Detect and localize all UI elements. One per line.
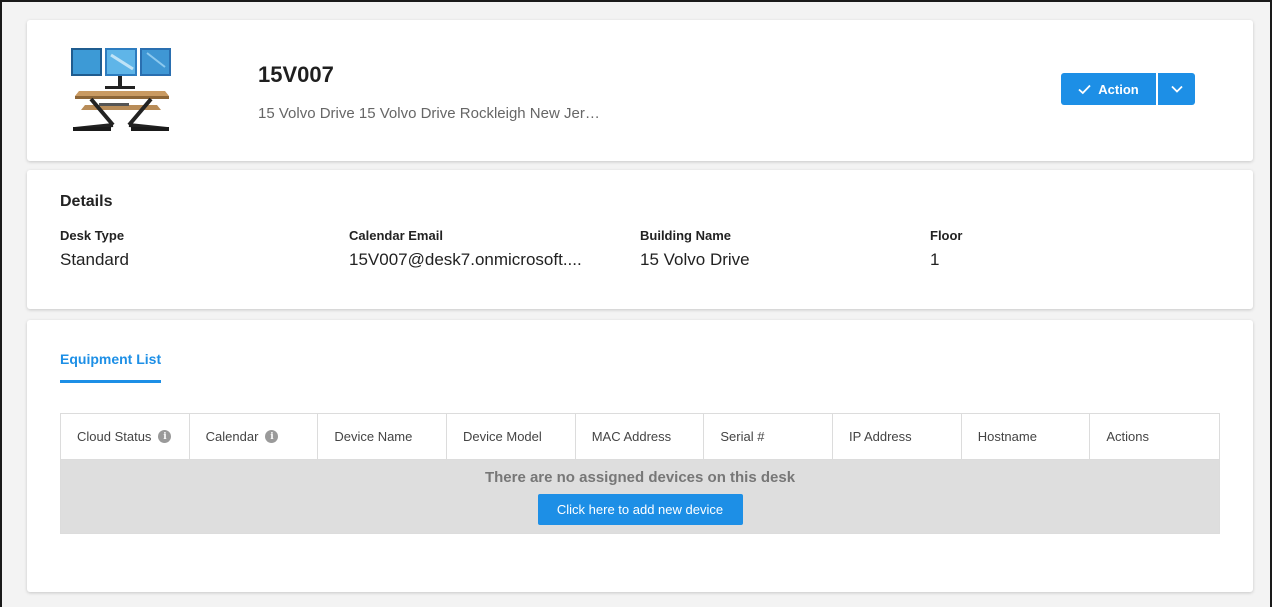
detail-label: Floor: [930, 228, 963, 243]
detail-calendar-email: Calendar Email 15V007@desk7.onmicrosoft.…: [349, 228, 582, 270]
detail-desk-type: Desk Type Standard: [60, 228, 129, 270]
column-header-label: Cloud Status: [77, 429, 152, 444]
standing-desk-image: [71, 48, 171, 131]
column-header-serial[interactable]: Serial #: [704, 414, 834, 459]
equipment-card: Equipment List Cloud Status i Calendar i…: [27, 320, 1253, 592]
column-header-hostname[interactable]: Hostname: [962, 414, 1091, 459]
detail-value: Standard: [60, 250, 129, 269]
desk-title: 15V007: [258, 62, 334, 87]
page-frame: 15V007 15 Volvo Drive 15 Volvo Drive Roc…: [0, 0, 1272, 607]
detail-value: 15 Volvo Drive: [640, 250, 750, 269]
details-card: Details Desk Type Standard Calendar Emai…: [27, 170, 1253, 309]
column-header-calendar[interactable]: Calendar i: [190, 414, 319, 459]
detail-floor: Floor 1: [930, 228, 963, 270]
column-header-mac-address[interactable]: MAC Address: [576, 414, 705, 459]
action-button-label: Action: [1098, 81, 1139, 97]
detail-label: Building Name: [640, 228, 732, 243]
detail-value: 15V007@desk7.onmicrosoft....: [349, 250, 582, 269]
column-header-actions: Actions: [1106, 429, 1150, 444]
add-device-button[interactable]: Click here to add new device: [537, 494, 743, 525]
column-header-device-model[interactable]: Device Model: [447, 414, 576, 459]
equipment-table: Cloud Status i Calendar i Device Name De…: [60, 413, 1220, 534]
detail-building-name: Building Name 15 Volvo Drive: [640, 228, 750, 270]
column-header-label: Calendar: [205, 429, 259, 444]
column-header-device-name[interactable]: Device Name: [318, 414, 448, 459]
details-title: Details: [60, 193, 113, 210]
info-icon[interactable]: i: [158, 430, 172, 443]
tab-equipment-list[interactable]: Equipment List: [60, 351, 162, 383]
table-header: Cloud Status i Calendar i Device Name De…: [60, 413, 1220, 460]
column-header-cloud-status[interactable]: Cloud Status i: [61, 414, 190, 459]
check-icon: [1078, 84, 1091, 94]
detail-label: Desk Type: [60, 228, 125, 243]
desk-address: 15 Volvo Drive 15 Volvo Drive Rockleigh …: [258, 105, 600, 122]
empty-message: There are no assigned devices on this de…: [484, 469, 796, 486]
chevron-down-icon: [1170, 85, 1183, 93]
info-icon[interactable]: i: [265, 430, 279, 443]
action-button-group: Action: [1061, 73, 1195, 105]
action-dropdown-button[interactable]: [1158, 73, 1195, 105]
detail-label: Calendar Email: [349, 228, 443, 243]
empty-table-row: There are no assigned devices on this de…: [60, 460, 1220, 534]
desk-header-card: 15V007 15 Volvo Drive 15 Volvo Drive Roc…: [27, 20, 1253, 161]
detail-value: 1: [930, 250, 940, 269]
action-button[interactable]: Action: [1061, 73, 1156, 105]
column-header-ip-address[interactable]: IP Address: [833, 414, 962, 459]
